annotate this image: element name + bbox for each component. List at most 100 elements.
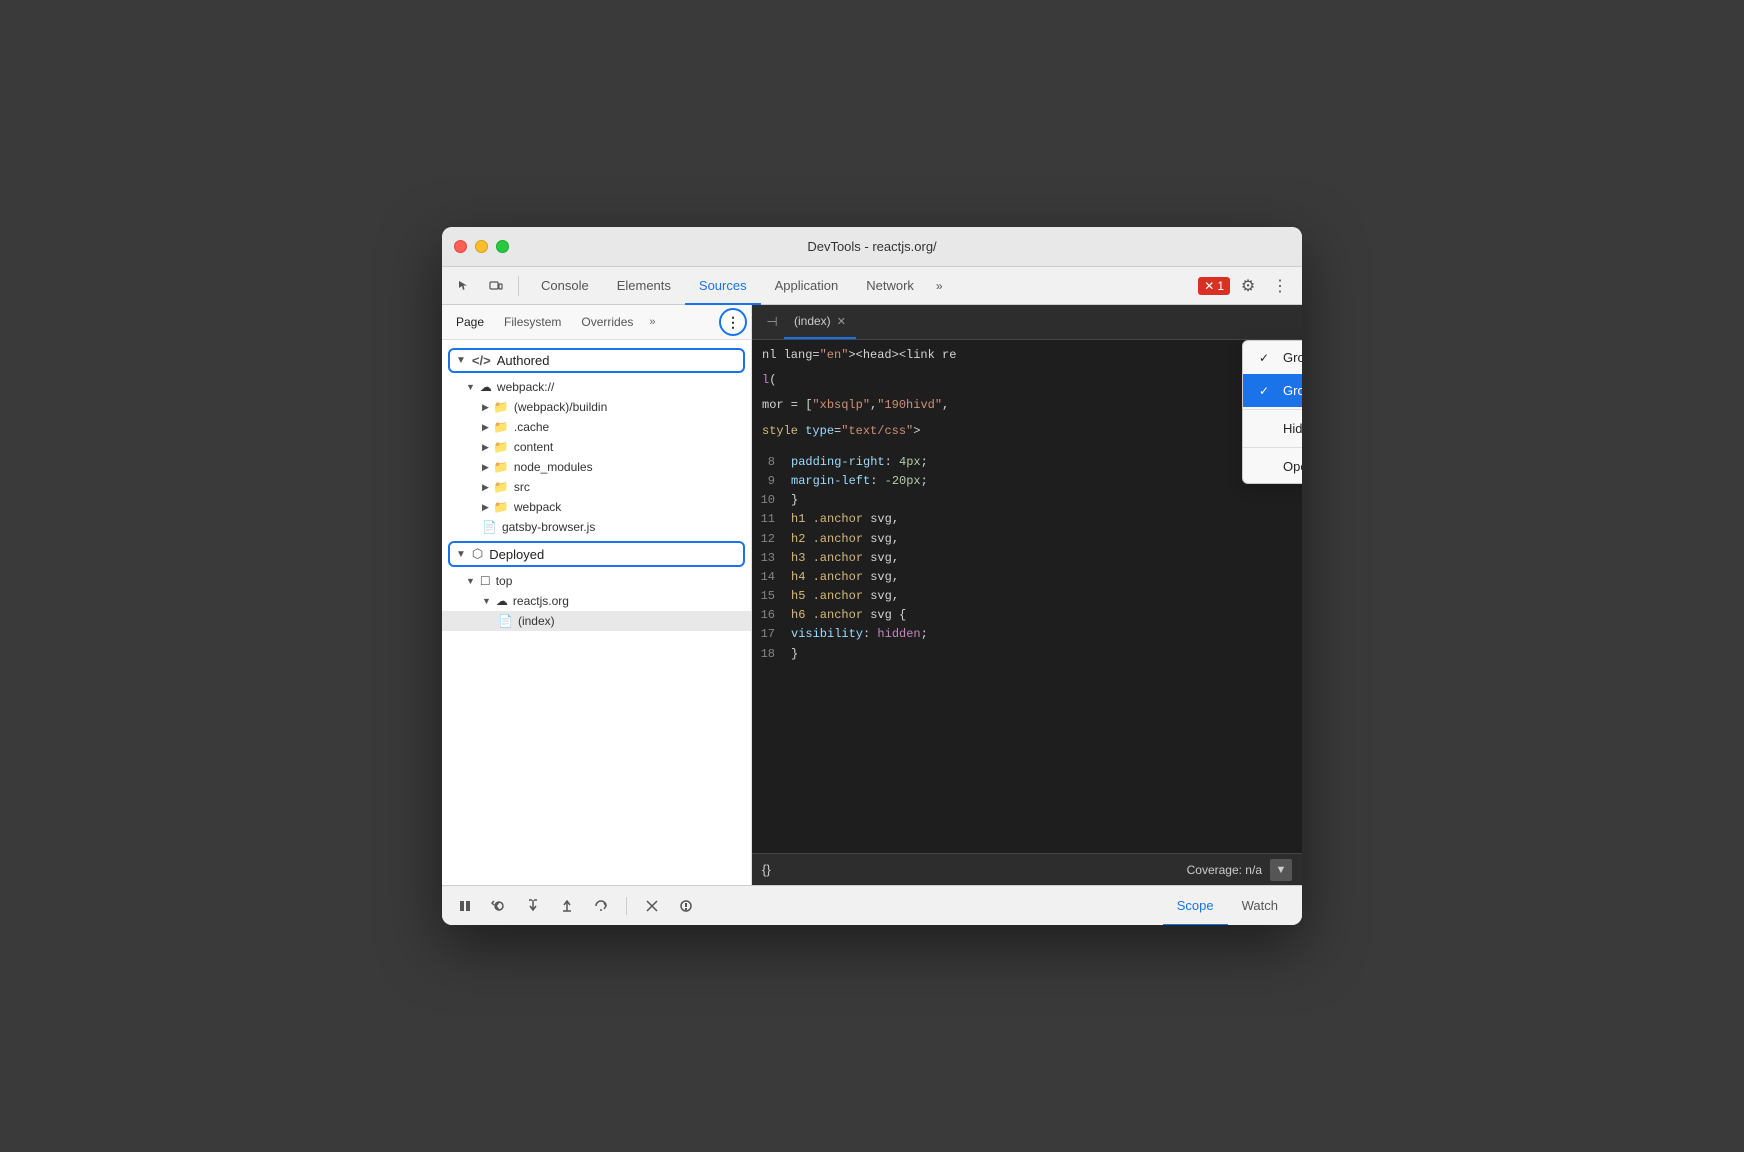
line-number: 10 bbox=[752, 491, 787, 510]
tree-item-top[interactable]: ▼ ☐ top bbox=[442, 571, 751, 591]
checkmark-icon: ✓ bbox=[1259, 351, 1275, 365]
tree-item-webpack-buildin[interactable]: ▶ 📁 (webpack)/buildin bbox=[442, 397, 751, 417]
context-menu: ✓ Group by folder ✓ Group by Authored/De… bbox=[1242, 340, 1302, 484]
toggle-sidebar-button[interactable]: ⊣ bbox=[760, 310, 784, 334]
traffic-lights bbox=[454, 240, 509, 253]
tree-item-index-selected[interactable]: 📄 (index) bbox=[442, 611, 751, 631]
more-button[interactable]: ⋮ bbox=[1266, 272, 1294, 300]
chevron-down-icon: ▼ bbox=[482, 596, 491, 606]
item-label: (index) bbox=[518, 614, 555, 628]
line-content: margin-left: -20px; bbox=[787, 472, 1302, 491]
top-toolbar: Console Elements Sources Application Net… bbox=[442, 267, 1302, 305]
sub-tab-overrides[interactable]: Overrides bbox=[571, 305, 643, 339]
watch-tab[interactable]: Watch bbox=[1228, 886, 1292, 926]
deactivate-breakpoints-button[interactable] bbox=[639, 893, 665, 919]
status-bar: {} Coverage: n/a ▼ bbox=[752, 853, 1302, 885]
html-line2: l( bbox=[752, 371, 1302, 396]
webpack-label: webpack:// bbox=[497, 380, 554, 394]
step-over-button[interactable] bbox=[588, 893, 614, 919]
minimize-button[interactable] bbox=[475, 240, 488, 253]
tree-item-node-modules[interactable]: ▶ 📁 node_modules bbox=[442, 457, 751, 477]
box-icon: ⬡ bbox=[472, 546, 483, 562]
fullscreen-button[interactable] bbox=[496, 240, 509, 253]
editor-file-tab[interactable]: (index) ✕ bbox=[784, 305, 856, 339]
tree-item-reactjs-org[interactable]: ▼ ☁ reactjs.org bbox=[442, 591, 751, 611]
sub-tab-filesystem[interactable]: Filesystem bbox=[494, 305, 571, 339]
scope-tab[interactable]: Scope bbox=[1163, 886, 1228, 926]
item-label: reactjs.org bbox=[513, 594, 569, 608]
error-badge[interactable]: ✕ 1 bbox=[1198, 277, 1230, 295]
menu-item-group-by-folder[interactable]: ✓ Group by folder bbox=[1243, 341, 1302, 374]
item-label: content bbox=[514, 440, 553, 454]
code-line-14: 14 h4 .anchor svg, bbox=[752, 568, 1302, 587]
tree-item-cache[interactable]: ▶ 📁 .cache bbox=[442, 417, 751, 437]
tree-item-src[interactable]: ▶ 📁 src bbox=[442, 477, 751, 497]
menu-item-hide-ignore-listed[interactable]: Hide ignore-listed sources 🏴 bbox=[1243, 412, 1302, 445]
line-content: h1 .anchor svg, bbox=[787, 510, 1302, 529]
webpack-node[interactable]: ▼ ☁ webpack:// bbox=[442, 377, 751, 397]
left-panel: Page Filesystem Overrides » ⋮ ▼ </> Auth… bbox=[442, 305, 752, 885]
tab-console[interactable]: Console bbox=[527, 267, 603, 305]
tab-close-button[interactable]: ✕ bbox=[837, 315, 846, 328]
debug-toolbar: Scope Watch bbox=[442, 885, 1302, 925]
chevron-down-icon: ▼ bbox=[466, 382, 475, 392]
tree-item-webpack[interactable]: ▶ 📁 webpack bbox=[442, 497, 751, 517]
line-number: 13 bbox=[752, 549, 787, 568]
tab-elements[interactable]: Elements bbox=[603, 267, 685, 305]
line-number: 11 bbox=[752, 510, 787, 529]
html-line4: style type="text/css"> bbox=[752, 422, 1302, 447]
tab-label: (index) bbox=[794, 314, 831, 328]
step-out-button[interactable] bbox=[554, 893, 580, 919]
tree-item-content[interactable]: ▶ 📁 content bbox=[442, 437, 751, 457]
tab-network[interactable]: Network bbox=[852, 267, 928, 305]
close-button[interactable] bbox=[454, 240, 467, 253]
pause-on-exception-button[interactable] bbox=[673, 893, 699, 919]
menu-item-open-file[interactable]: Open file ⌘ P bbox=[1243, 450, 1302, 483]
code-line-16: 16 h6 .anchor svg { bbox=[752, 606, 1302, 625]
sub-tab-page[interactable]: Page bbox=[446, 305, 494, 339]
chevron-right-icon: ▶ bbox=[482, 442, 489, 453]
deployed-section-header[interactable]: ▼ ⬡ Deployed bbox=[448, 541, 745, 567]
folder-icon: 📁 bbox=[494, 460, 509, 474]
tree-item-gatsby-browser[interactable]: 📄 gatsby-browser.js bbox=[442, 517, 751, 537]
authored-label: Authored bbox=[497, 353, 550, 368]
step-into-button[interactable] bbox=[520, 893, 546, 919]
three-dot-menu-button[interactable]: ⋮ bbox=[719, 308, 747, 336]
coverage-dropdown-button[interactable]: ▼ bbox=[1270, 859, 1292, 881]
code-line-15: 15 h5 .anchor svg, bbox=[752, 587, 1302, 606]
menu-label: Open file bbox=[1283, 459, 1302, 474]
code-editor[interactable]: nl lang="en"><head><link re l( mor = ["x… bbox=[752, 340, 1302, 853]
inspect-element-icon[interactable] bbox=[450, 272, 478, 300]
folder-icon: 📁 bbox=[494, 400, 509, 414]
tab-application[interactable]: Application bbox=[761, 267, 853, 305]
device-mode-icon[interactable] bbox=[482, 272, 510, 300]
line-number: 17 bbox=[752, 625, 787, 644]
menu-label: Hide ignore-listed sources bbox=[1283, 421, 1302, 436]
devtools-window: DevTools - reactjs.org/ Console Elements… bbox=[442, 227, 1302, 925]
line-number: 18 bbox=[752, 645, 787, 664]
subtab-more-button[interactable]: » bbox=[643, 316, 661, 328]
line-content: h6 .anchor svg { bbox=[787, 606, 1302, 625]
chevron-right-icon: ▶ bbox=[482, 462, 489, 473]
menu-label: Group by Authored/Deployed bbox=[1283, 383, 1302, 398]
authored-section-header[interactable]: ▼ </> Authored bbox=[448, 348, 745, 373]
item-label: gatsby-browser.js bbox=[502, 520, 595, 534]
pause-button[interactable] bbox=[452, 893, 478, 919]
step-back-button[interactable] bbox=[486, 893, 512, 919]
tab-sources[interactable]: Sources bbox=[685, 267, 761, 305]
tab-more-button[interactable]: » bbox=[928, 267, 951, 305]
page-icon: ☐ bbox=[480, 574, 491, 588]
format-button[interactable]: {} bbox=[762, 862, 771, 877]
item-label: src bbox=[514, 480, 530, 494]
html-preview: nl lang="en"><head><link re bbox=[752, 340, 1302, 371]
bottom-tabs: Scope Watch bbox=[1163, 886, 1292, 926]
menu-separator bbox=[1243, 409, 1302, 410]
sources-subtabs: Page Filesystem Overrides » ⋮ bbox=[442, 305, 751, 340]
line-content: h4 .anchor svg, bbox=[787, 568, 1302, 587]
item-label: .cache bbox=[514, 420, 549, 434]
item-label: (webpack)/buildin bbox=[514, 400, 607, 414]
settings-button[interactable]: ⚙ bbox=[1234, 272, 1262, 300]
menu-separator-2 bbox=[1243, 447, 1302, 448]
menu-item-group-by-authored[interactable]: ✓ Group by Authored/Deployed 🏴 bbox=[1243, 374, 1302, 407]
title-bar: DevTools - reactjs.org/ bbox=[442, 227, 1302, 267]
